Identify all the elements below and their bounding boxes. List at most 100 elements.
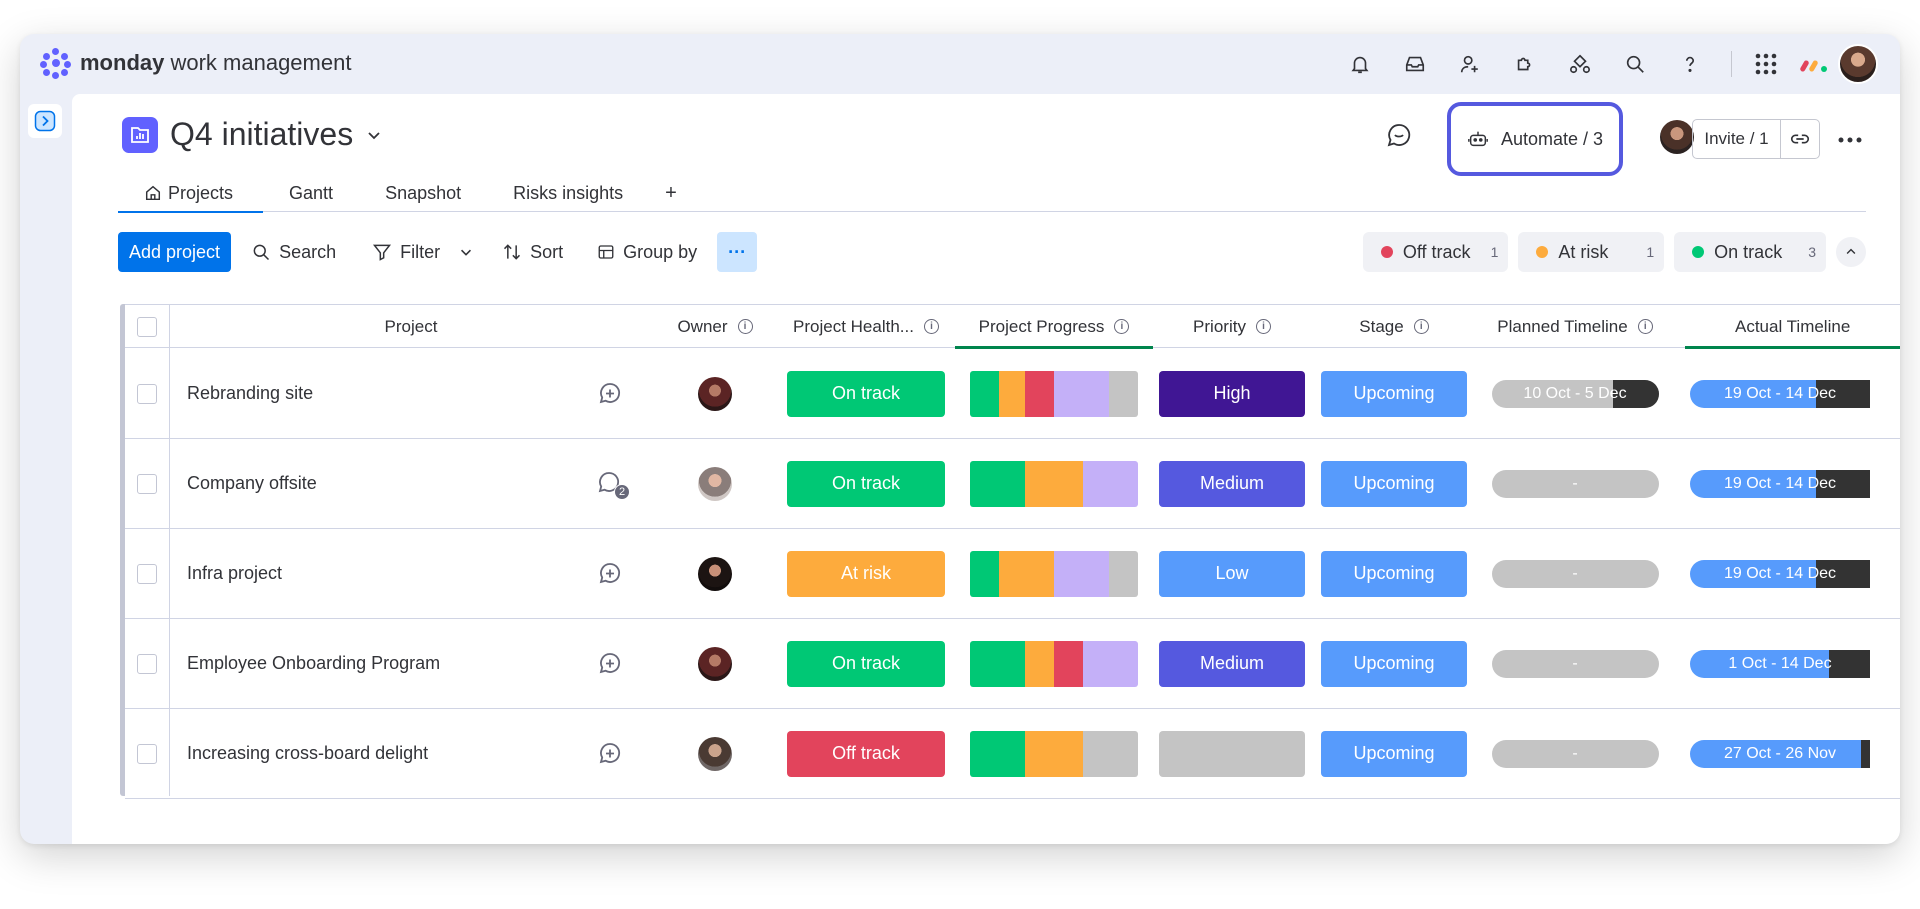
status-pill-at-risk[interactable]: At risk 1 [1518, 232, 1665, 272]
updates-chat-icon[interactable] [1386, 122, 1412, 153]
chevron-down-icon[interactable] [458, 244, 474, 260]
stage-pill[interactable]: Upcoming [1321, 370, 1467, 417]
stage-cell[interactable]: Upcoming [1311, 619, 1477, 708]
info-icon[interactable]: i [1637, 319, 1653, 334]
search-button[interactable]: Search [251, 242, 336, 263]
toolbar-more-button[interactable]: ··· [717, 232, 758, 272]
planned-timeline-pill[interactable]: - [1491, 649, 1659, 678]
expand-sidebar-button[interactable] [28, 104, 62, 138]
health-cell[interactable]: On track [777, 619, 955, 708]
priority-pill[interactable]: Medium [1159, 640, 1305, 687]
priority-cell[interactable]: Low [1153, 529, 1311, 618]
info-icon[interactable]: i [1255, 319, 1271, 334]
actual-timeline-pill[interactable]: 19 Oct - 14 Dec [1690, 559, 1870, 588]
table-row[interactable]: Company offsite 2 On track Medium Upcoming - 1… [125, 439, 1900, 529]
row-checkbox[interactable] [137, 473, 157, 494]
priority-cell[interactable]: High [1153, 349, 1311, 438]
owner-cell[interactable] [653, 529, 777, 618]
owner-avatar[interactable] [698, 736, 732, 771]
inbox-icon[interactable] [1387, 44, 1442, 84]
updates-cell[interactable] [590, 709, 630, 798]
col-owner[interactable]: Owner i [653, 305, 777, 348]
invite-user-icon[interactable] [1442, 44, 1497, 84]
add-update-icon[interactable] [597, 651, 623, 677]
owner-cell[interactable] [653, 439, 777, 528]
priority-cell[interactable] [1153, 709, 1311, 798]
actual-timeline-pill[interactable]: 19 Oct - 14 Dec [1690, 379, 1870, 408]
owner-avatar[interactable] [698, 646, 732, 681]
conversation-icon[interactable]: 2 [596, 470, 630, 500]
planned-timeline-cell[interactable]: - [1477, 529, 1673, 618]
stage-pill[interactable]: Upcoming [1321, 460, 1467, 507]
collapse-summary-button[interactable] [1836, 237, 1866, 267]
automate-button[interactable]: Automate / 3 [1447, 102, 1623, 176]
project-name-cell[interactable]: Employee Onboarding Program [187, 619, 567, 708]
chevron-down-icon[interactable] [365, 126, 383, 144]
health-cell[interactable]: At risk [777, 529, 955, 618]
board-owner-avatar[interactable] [1660, 120, 1694, 154]
col-progress[interactable]: Project Progress i [955, 305, 1153, 349]
row-checkbox[interactable] [137, 653, 157, 674]
health-status-pill[interactable]: On track [787, 640, 945, 687]
owner-avatar[interactable] [698, 376, 732, 411]
board-more-button[interactable] [1830, 120, 1870, 160]
info-icon[interactable]: i [737, 319, 753, 334]
health-cell[interactable]: On track [777, 349, 955, 438]
stage-cell[interactable]: Upcoming [1311, 349, 1477, 438]
owner-cell[interactable] [653, 709, 777, 798]
info-icon[interactable]: i [1413, 319, 1429, 334]
row-checkbox[interactable] [137, 563, 157, 584]
planned-timeline-cell[interactable]: 10 Oct - 5 Dec [1477, 349, 1673, 438]
priority-pill[interactable]: Low [1159, 550, 1305, 597]
updates-cell[interactable]: 2 [590, 439, 630, 528]
col-priority[interactable]: Priority i [1153, 305, 1311, 348]
sort-button[interactable]: Sort [502, 242, 563, 263]
stage-cell[interactable]: Upcoming [1311, 529, 1477, 618]
priority-cell[interactable]: Medium [1153, 439, 1311, 528]
priority-pill[interactable] [1159, 730, 1305, 777]
row-checkbox[interactable] [137, 383, 157, 404]
table-row[interactable]: Infra project At risk Low Upcoming - 19 Oct -… [125, 529, 1900, 619]
add-update-icon[interactable] [597, 561, 623, 587]
tab-snapshot[interactable]: Snapshot [359, 174, 487, 212]
health-cell[interactable]: On track [777, 439, 955, 528]
project-name[interactable]: Rebranding site [187, 383, 313, 404]
info-icon[interactable]: i [923, 319, 939, 334]
health-status-pill[interactable]: On track [787, 370, 945, 417]
app-grid-icon[interactable] [1746, 44, 1786, 84]
stage-cell[interactable]: Upcoming [1311, 439, 1477, 528]
row-checkbox[interactable] [137, 743, 157, 764]
actual-timeline-cell[interactable]: 19 Oct - 14 Dec [1680, 349, 1900, 438]
health-cell[interactable]: Off track [777, 709, 955, 798]
select-all-checkbox[interactable] [137, 316, 157, 337]
planned-timeline-cell[interactable]: - [1477, 619, 1673, 708]
priority-pill[interactable]: Medium [1159, 460, 1305, 507]
col-actual-timeline[interactable]: Actual Timeline [1685, 305, 1900, 349]
updates-cell[interactable] [590, 619, 630, 708]
owner-cell[interactable] [653, 619, 777, 708]
apps-puzzle-icon[interactable] [1497, 44, 1552, 84]
col-health[interactable]: Project Health... i [777, 305, 955, 348]
updates-cell[interactable] [590, 349, 630, 438]
updates-cell[interactable] [590, 529, 630, 618]
bell-icon[interactable] [1332, 44, 1387, 84]
actual-timeline-cell[interactable]: 19 Oct - 14 Dec [1680, 529, 1900, 618]
health-status-pill[interactable]: At risk [787, 550, 945, 597]
planned-timeline-pill[interactable]: - [1491, 469, 1659, 498]
actual-timeline-cell[interactable]: 19 Oct - 14 Dec [1680, 439, 1900, 528]
filter-button[interactable]: Filter [372, 242, 474, 263]
add-project-button[interactable]: Add project [118, 232, 232, 272]
priority-pill[interactable]: High [1159, 370, 1305, 417]
actual-timeline-cell[interactable]: 27 Oct - 26 Nov [1680, 709, 1900, 798]
actual-timeline-pill[interactable]: 27 Oct - 26 Nov [1690, 739, 1870, 768]
health-status-pill[interactable]: On track [787, 460, 945, 507]
status-pill-off-track[interactable]: Off track 1 [1362, 232, 1509, 272]
table-row[interactable]: Rebranding site On track High Upcoming 10 Oc… [125, 349, 1900, 439]
add-view-button[interactable]: + [649, 174, 693, 212]
copy-link-button[interactable] [1781, 128, 1819, 150]
project-name[interactable]: Employee Onboarding Program [187, 653, 440, 674]
actual-timeline-cell[interactable]: 1 Oct - 14 Dec [1680, 619, 1900, 708]
stage-pill[interactable]: Upcoming [1321, 730, 1467, 777]
health-status-pill[interactable]: Off track [787, 730, 945, 777]
col-stage[interactable]: Stage i [1311, 305, 1477, 348]
